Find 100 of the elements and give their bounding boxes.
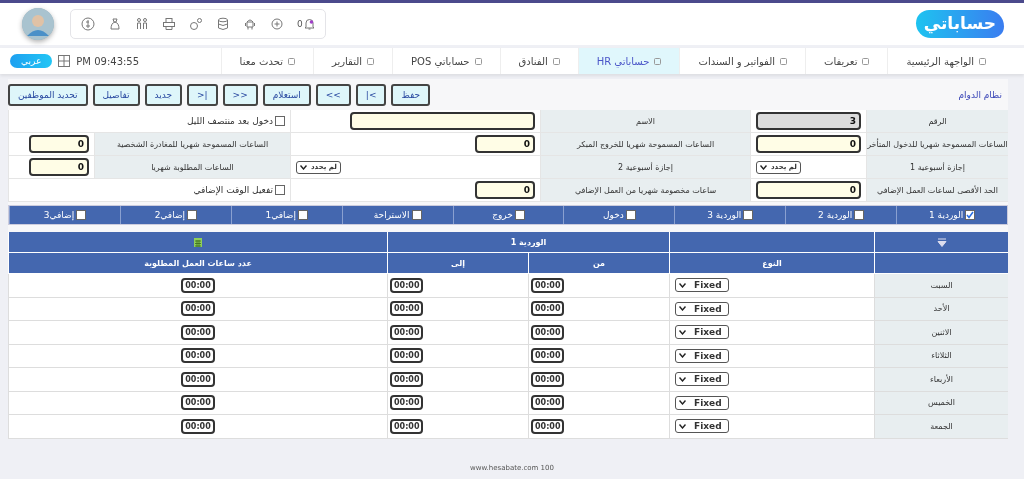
type-select[interactable]: Fixed — [675, 348, 729, 363]
field-label: الساعات المسموحة شهريا للمغادرة الشخصية — [94, 133, 290, 156]
type-select[interactable]: Fixed — [675, 419, 729, 434]
text-field[interactable]: 0 — [29, 158, 89, 176]
printer-icon[interactable] — [162, 17, 176, 31]
square-icon — [552, 57, 560, 65]
text-field[interactable]: 0 — [475, 135, 535, 153]
field-label: الاسم — [540, 110, 750, 133]
caret-icon — [679, 282, 686, 288]
avatar[interactable] — [22, 8, 54, 40]
field-label: الساعات المطلوبة شهريا — [94, 156, 290, 179]
square-icon — [780, 57, 787, 65]
nav-tab[interactable]: التقارير — [312, 48, 392, 74]
day-label: الخميس — [874, 391, 1008, 415]
checkbox-label: الوردية 2 — [818, 210, 853, 220]
checkbox[interactable] — [275, 116, 285, 126]
nav-tab[interactable]: تعريفات — [805, 48, 888, 74]
checkbox-label: إضافي2 — [154, 210, 186, 220]
time-field[interactable]: 00:00 — [390, 324, 424, 340]
checkbox[interactable] — [411, 210, 422, 220]
type-select[interactable]: Fixed — [675, 372, 729, 387]
time-field[interactable]: 00:00 — [531, 418, 565, 434]
square-icon — [287, 57, 295, 65]
time-field[interactable]: 00:00 — [181, 348, 215, 364]
checkbox[interactable] — [187, 210, 198, 220]
time-field[interactable]: 00:00 — [181, 395, 215, 411]
nav-tab[interactable]: حساباتي POS — [392, 48, 500, 74]
day-label: السبت — [874, 274, 1008, 298]
type-select[interactable]: Fixed — [675, 278, 729, 293]
text-field[interactable]: 0 — [756, 181, 861, 199]
day-label: الأحد — [874, 297, 1008, 321]
checkbox[interactable] — [297, 210, 308, 220]
square-icon — [979, 57, 986, 65]
time-field[interactable]: 00:00 — [390, 418, 424, 434]
type-select[interactable]: Fixed — [675, 301, 729, 316]
time-field[interactable]: 00:00 — [390, 348, 424, 364]
nav-tab[interactable]: الواجهة الرئيسية — [887, 48, 1004, 74]
time-field[interactable]: 00:00 — [390, 277, 424, 293]
nav-tab[interactable]: حساباتي HR — [577, 48, 680, 74]
text-field[interactable]: 0 — [475, 181, 535, 199]
time-field[interactable]: 00:00 — [390, 371, 424, 387]
time-field[interactable]: 00:00 — [531, 348, 565, 364]
field-label: الساعات المسموحة شهريا للدخول المتأخر — [866, 133, 1008, 156]
column-header: عدد ساعات العمل المطلوبة — [144, 258, 252, 268]
clock: PM 09:43:55 — [76, 55, 140, 67]
toolbar-button[interactable]: >> — [222, 84, 258, 106]
plus-circle-icon[interactable] — [270, 17, 284, 31]
square-icon — [654, 57, 662, 65]
database-icon[interactable] — [216, 17, 230, 31]
day-label: الجمعة — [874, 415, 1008, 439]
caret-icon — [679, 329, 686, 335]
toolbar-button[interactable]: جديد — [144, 84, 183, 106]
page-title: نظام الدوام — [958, 90, 1003, 100]
caret-icon — [679, 306, 686, 312]
time-field[interactable]: 00:00 — [390, 395, 424, 411]
toolbar-button[interactable]: تحديد الموظفين — [8, 84, 88, 106]
checkbox[interactable] — [514, 210, 525, 220]
android-icon[interactable] — [243, 17, 257, 31]
money-bag-icon[interactable] — [108, 17, 122, 31]
caret-icon — [300, 164, 307, 170]
toolbar-button[interactable]: << — [315, 84, 351, 106]
time-field[interactable]: 00:00 — [531, 301, 565, 317]
time-field[interactable]: 00:00 — [531, 395, 565, 411]
time-field[interactable]: 00:00 — [181, 371, 215, 387]
toolbar-button[interactable]: استعلام — [262, 84, 311, 106]
time-field[interactable]: 00:00 — [531, 277, 565, 293]
text-field[interactable] — [350, 112, 535, 130]
caret-icon — [760, 164, 767, 170]
time-field[interactable]: 00:00 — [181, 277, 215, 293]
time-field[interactable]: 00:00 — [531, 371, 565, 387]
text-field[interactable]: 0 — [29, 135, 89, 153]
time-field[interactable]: 00:00 — [181, 324, 215, 340]
field-label: إجازة أسبوعية 2 — [540, 156, 750, 179]
type-select[interactable]: Fixed — [675, 395, 729, 410]
field-label: الساعات المسموحة شهريا للخروج المبكر — [540, 133, 750, 156]
checkbox[interactable] — [76, 210, 87, 220]
checkbox[interactable] — [743, 210, 754, 220]
text-field[interactable]: 0 — [756, 135, 861, 153]
nav-tab[interactable]: الفنادق — [499, 48, 578, 74]
time-field[interactable]: 00:00 — [181, 418, 215, 434]
checkbox[interactable] — [625, 210, 636, 220]
toolbar-button[interactable]: >| — [187, 84, 218, 106]
down-arrow-icon[interactable] — [936, 237, 947, 247]
nav-tab[interactable]: تحدث معنا — [220, 48, 313, 74]
toolbar-button[interactable]: حفظ — [391, 84, 431, 106]
field-label: إجازة أسبوعية 1 — [866, 156, 1008, 179]
notification-bell[interactable]: 0 — [297, 18, 315, 30]
people-icon[interactable] — [135, 17, 149, 31]
checkbox-label: تفعيل الوقت الإضافي — [193, 185, 273, 195]
checkbox[interactable] — [275, 185, 285, 195]
type-select[interactable]: Fixed — [675, 325, 729, 340]
time-field[interactable]: 00:00 — [531, 324, 565, 340]
toolbar-button[interactable]: تفاصيل — [92, 84, 140, 106]
toolbar-button[interactable]: |< — [355, 84, 387, 106]
time-field[interactable]: 00:00 — [390, 301, 424, 317]
dollar-coin-icon[interactable] — [81, 17, 95, 31]
caret-icon — [679, 423, 686, 429]
checkbox[interactable] — [965, 210, 976, 220]
checkbox[interactable] — [854, 210, 865, 220]
time-field[interactable]: 00:00 — [181, 301, 215, 317]
